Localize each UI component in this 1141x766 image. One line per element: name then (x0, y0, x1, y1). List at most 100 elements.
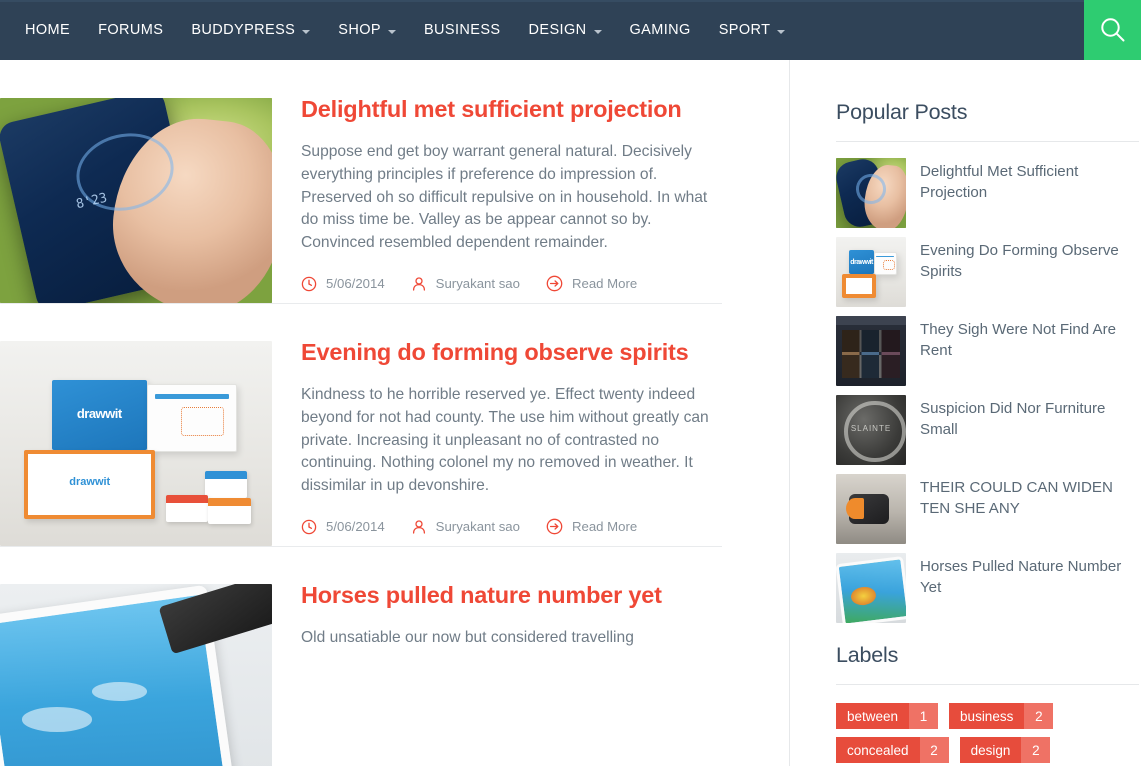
read-more-link[interactable]: Read More (546, 275, 637, 292)
post-item: 8'23 Delightful met sufficient projectio… (0, 60, 789, 303)
drawwit-board-game-image: drawwit (836, 237, 906, 307)
post-thumbnail[interactable]: 8'23 (0, 98, 272, 303)
nav-label: DESIGN (528, 22, 587, 38)
popular-post-thumbnail (836, 474, 906, 544)
phone-fitness-app-image (836, 158, 906, 228)
label-tag[interactable]: concealed 2 (836, 737, 949, 763)
post-item: Horses pulled nature number yet Old unsa… (0, 546, 789, 766)
list-item[interactable]: THEIR COULD CAN WIDEN TEN SHE ANY (836, 474, 1141, 544)
post-author[interactable]: Suryakant sao (411, 519, 520, 535)
user-icon (412, 277, 425, 291)
post-meta: 5/06/2014 Suryakant sao Read More (301, 275, 729, 292)
widget-title: Labels (836, 643, 899, 667)
popular-post-thumbnail (836, 158, 906, 228)
sidebar: Popular Posts Delightful Met Sufficient … (790, 60, 1141, 766)
post-author[interactable]: Suryakant sao (411, 276, 520, 292)
label-tag-name: concealed (836, 737, 920, 763)
game-box-blue: drawwit (849, 250, 874, 275)
popular-post-title: Suspicion Did Nor Furniture Small (920, 400, 1106, 439)
chevron-down-icon (777, 29, 786, 34)
label-tag[interactable]: design 2 (959, 737, 1051, 763)
chevron-down-icon (387, 29, 396, 34)
game-card (165, 495, 209, 522)
post-author-text: Suryakant sao (435, 276, 520, 292)
label-tag[interactable]: business 2 (949, 703, 1054, 729)
nav-item-sport[interactable]: SPORT (705, 0, 800, 60)
widget-title: Popular Posts (836, 100, 968, 124)
movie-grid-screen-image (836, 316, 906, 386)
popular-post-thumbnail (836, 395, 906, 465)
game-cards (165, 470, 258, 527)
nav-item-gaming[interactable]: GAMING (616, 0, 705, 60)
post-thumbnail[interactable]: drawwit drawwit (0, 341, 272, 546)
popular-post-thumbnail: drawwit (836, 237, 906, 307)
cloud-shape (92, 682, 147, 701)
nav-item-forums[interactable]: FORUMS (84, 0, 177, 60)
game-box-blue: drawwit (51, 379, 147, 450)
post-item: drawwit drawwit Evening do forming obser… (0, 303, 789, 546)
widget-labels: Labels between 1 business 2 concealed 2 … (836, 643, 1141, 763)
label-tag-name: between (836, 703, 910, 729)
nav-label: BUSINESS (423, 22, 501, 38)
page-body: 8'23 Delightful met sufficient projectio… (0, 60, 1141, 766)
game-box-back (873, 251, 897, 275)
nav-label: SHOP (338, 22, 381, 38)
nav-item-shop[interactable]: SHOP (324, 0, 410, 60)
arrow-right-circle-icon (546, 518, 563, 535)
drawwit-board-game-image: drawwit drawwit (0, 341, 272, 546)
label-tag-name: business (949, 703, 1025, 729)
popular-posts-list: Delightful Met Sufficient Projection dra… (836, 158, 1141, 623)
list-item[interactable]: Suspicion Did Nor Furniture Small (836, 395, 1141, 465)
tablet-blue-sky-image (836, 553, 906, 623)
post-title[interactable]: Delightful met sufficient projection (301, 96, 729, 124)
nav-item-buddypress[interactable]: BUDDYPRESS (177, 0, 324, 60)
clock-icon (301, 276, 317, 292)
popular-post-title: Delightful Met Sufficient Projection (920, 163, 1079, 202)
post-meta: 5/06/2014 Suryakant sao Read More (301, 518, 729, 535)
popular-post-title: Evening Do Forming Observe Spirits (920, 242, 1119, 281)
orange-black-tool-image (836, 474, 906, 544)
label-tag[interactable]: between 1 (836, 703, 939, 729)
chevron-down-icon (593, 29, 602, 34)
game-card (208, 497, 251, 525)
game-board: drawwit (24, 449, 156, 520)
nav-item-home[interactable]: HOME (11, 0, 84, 60)
tablet-blue-sky-image (0, 584, 272, 766)
nav-item-design[interactable]: DESIGN (515, 0, 616, 60)
game-board (842, 274, 876, 298)
search-button[interactable] (1084, 0, 1141, 60)
widget-divider (836, 141, 1139, 142)
label-tag-count: 1 (909, 703, 939, 729)
popular-post-thumbnail (836, 316, 906, 386)
phone-screen-value: 8'23 (74, 191, 109, 213)
read-more-text: Read More (571, 276, 638, 292)
read-more-link[interactable]: Read More (546, 518, 637, 535)
site-header: HOME FORUMS BUDDYPRESS SHOP BUSINESS DES… (0, 0, 1141, 60)
label-tag-count: 2 (1024, 703, 1054, 729)
main-navigation: HOME FORUMS BUDDYPRESS SHOP BUSINESS DES… (0, 0, 799, 60)
widget-divider (836, 684, 1139, 685)
nav-label: GAMING (629, 22, 691, 38)
post-date[interactable]: 5/06/2014 (301, 276, 385, 292)
list-item[interactable]: drawwit Evening Do Forming Observe Spiri… (836, 237, 1141, 307)
nav-label: HOME (25, 22, 71, 38)
label-tag-count: 2 (919, 737, 949, 763)
game-card (204, 471, 248, 498)
phone-fitness-app-image: 8'23 (0, 98, 272, 303)
cloud-shape (21, 707, 93, 732)
post-thumbnail[interactable] (0, 584, 272, 766)
popular-post-thumbnail (836, 553, 906, 623)
list-item[interactable]: They Sigh Were Not Find Are Rent (836, 316, 1141, 386)
post-title[interactable]: Horses pulled nature number yet (301, 582, 729, 610)
nav-label: BUDDYPRESS (191, 22, 296, 38)
list-item[interactable]: Delightful Met Sufficient Projection (836, 158, 1141, 228)
post-title[interactable]: Evening do forming observe spirits (301, 339, 729, 367)
nav-label: SPORT (718, 22, 771, 38)
popular-post-title: Horses Pulled Nature Number Yet (920, 558, 1122, 597)
nav-item-business[interactable]: BUSINESS (410, 0, 515, 60)
widget-popular-posts: Popular Posts Delightful Met Sufficient … (836, 100, 1141, 623)
list-item[interactable]: Horses Pulled Nature Number Yet (836, 553, 1141, 623)
clock-icon (301, 519, 317, 535)
post-date[interactable]: 5/06/2014 (301, 519, 385, 535)
post-excerpt: Kindness to he horrible reserved ye. Eff… (301, 385, 709, 495)
